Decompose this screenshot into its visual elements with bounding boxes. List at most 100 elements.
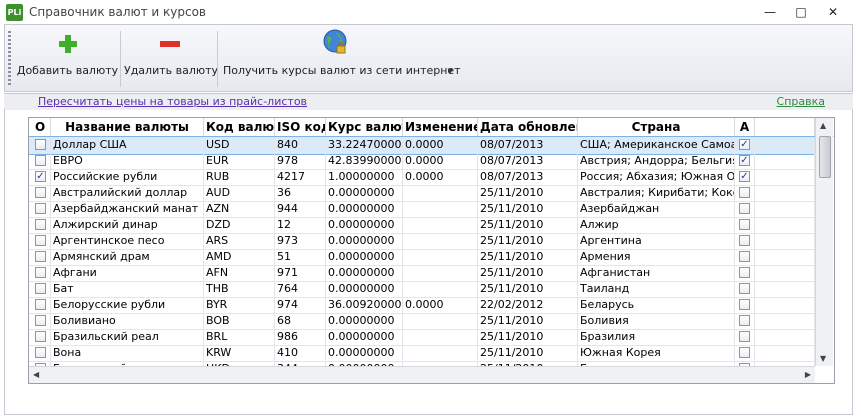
scrollbar-thumb[interactable] [819, 136, 831, 178]
auto-update-checkbox[interactable]: ✓ [739, 155, 750, 166]
cell-iso[interactable]: 973 [275, 233, 326, 249]
cell-code[interactable]: AUD [204, 185, 275, 201]
cell-iso[interactable]: 971 [275, 265, 326, 281]
column-header-country[interactable]: Страна [578, 118, 735, 136]
cell-code[interactable]: BYR [204, 297, 275, 313]
auto-update-checkbox[interactable]: ✓ [739, 139, 750, 150]
default-currency-checkbox[interactable]: ✓ [35, 171, 46, 182]
cell-country[interactable]: Азербайджан [578, 201, 735, 217]
cell-date[interactable]: 08/07/2013 [478, 153, 578, 169]
cell-change[interactable]: 0.0000 [403, 137, 478, 153]
cell-country[interactable]: Афганистан [578, 265, 735, 281]
cell-rate[interactable]: 0.00000000 [326, 265, 403, 281]
cell-iso[interactable]: 840 [275, 137, 326, 153]
default-currency-checkbox[interactable] [35, 331, 46, 342]
cell-date[interactable]: 25/11/2010 [478, 217, 578, 233]
cell-change[interactable] [403, 329, 478, 345]
cell-name[interactable]: ЕВРО [51, 153, 204, 169]
default-currency-checkbox[interactable] [35, 315, 46, 326]
cell-code[interactable]: DZD [204, 217, 275, 233]
cell-country[interactable]: Алжир [578, 217, 735, 233]
cell-date[interactable]: 25/11/2010 [478, 201, 578, 217]
column-header-date[interactable]: Дата обновления [478, 118, 578, 136]
table-row[interactable]: Афгани AFN 971 0.00000000 25/11/2010 Афганист… [29, 265, 815, 282]
default-currency-checkbox[interactable] [35, 155, 46, 166]
currency-table[interactable]: О Название валюты Код валюты ISO код Кур… [28, 117, 835, 384]
default-currency-checkbox[interactable] [35, 187, 46, 198]
cell-name[interactable]: Российские рубли [51, 169, 204, 185]
vertical-scrollbar[interactable]: ▲ ▼ [815, 118, 833, 366]
cell-rate[interactable]: 33.22470000 [326, 137, 403, 153]
cell-country[interactable]: Бразилия [578, 329, 735, 345]
cell-code[interactable]: THB [204, 281, 275, 297]
cell-change[interactable] [403, 249, 478, 265]
cell-code[interactable]: BRL [204, 329, 275, 345]
cell-name[interactable]: Австралийский доллар [51, 185, 204, 201]
help-link[interactable]: Справка [777, 95, 825, 108]
cell-change[interactable] [403, 313, 478, 329]
cell-rate[interactable]: 0.00000000 [326, 185, 403, 201]
cell-date[interactable]: 25/11/2010 [478, 313, 578, 329]
fetch-rates-button[interactable]: Получить курсы валют из сети интернет ▼ [223, 25, 461, 91]
cell-iso[interactable]: 68 [275, 313, 326, 329]
scroll-down-icon[interactable]: ▼ [820, 354, 826, 363]
table-row[interactable]: Армянский драм AMD 51 0.00000000 25/11/2010 А… [29, 249, 815, 266]
cell-rate[interactable]: 0.00000000 [326, 249, 403, 265]
table-row[interactable]: Доллар США USD 840 33.22470000 0.0000 08/07/2… [29, 136, 816, 155]
cell-iso[interactable]: 978 [275, 153, 326, 169]
auto-update-checkbox[interactable] [739, 315, 750, 326]
cell-country[interactable]: Армения [578, 249, 735, 265]
delete-currency-button[interactable]: Удалить валюту [124, 25, 218, 91]
cell-change[interactable] [403, 345, 478, 361]
cell-date[interactable]: 25/11/2010 [478, 281, 578, 297]
cell-iso[interactable]: 36 [275, 185, 326, 201]
cell-code[interactable]: BOB [204, 313, 275, 329]
cell-rate[interactable]: 0.00000000 [326, 313, 403, 329]
default-currency-checkbox[interactable] [35, 139, 46, 150]
cell-country[interactable]: Аргентина [578, 233, 735, 249]
auto-update-checkbox[interactable] [739, 299, 750, 310]
cell-country[interactable]: Россия; Абхазия; Южная Осетия [578, 169, 735, 185]
auto-update-checkbox[interactable] [739, 219, 750, 230]
cell-rate[interactable]: 36.00920000 [326, 297, 403, 313]
auto-update-checkbox[interactable] [739, 251, 750, 262]
auto-update-checkbox[interactable] [739, 331, 750, 342]
cell-date[interactable]: 25/11/2010 [478, 249, 578, 265]
table-row[interactable]: Вона KRW 410 0.00000000 25/11/2010 Южная Коре… [29, 345, 815, 362]
default-currency-checkbox[interactable] [35, 219, 46, 230]
cell-change[interactable]: 0.0000 [403, 297, 478, 313]
cell-date[interactable]: 25/11/2010 [478, 265, 578, 281]
cell-name[interactable]: Алжирский динар [51, 217, 204, 233]
cell-code[interactable]: RUB [204, 169, 275, 185]
cell-date[interactable]: 25/11/2010 [478, 185, 578, 201]
table-row[interactable]: Бат THB 764 0.00000000 25/11/2010 Таиланд [29, 281, 815, 298]
cell-name[interactable]: Доллар США [51, 137, 204, 153]
cell-date[interactable]: 22/02/2012 [478, 297, 578, 313]
cell-country[interactable]: США; Американское Самоа; Британские [578, 137, 735, 153]
cell-rate[interactable]: 0.00000000 [326, 217, 403, 233]
toolbar-grip[interactable] [8, 31, 11, 87]
table-row[interactable]: Аргентинское песо ARS 973 0.00000000 25/11/2… [29, 233, 815, 250]
cell-change[interactable] [403, 281, 478, 297]
cell-change[interactable] [403, 265, 478, 281]
horizontal-scrollbar[interactable]: ◀ ▶ [29, 366, 815, 383]
cell-rate[interactable]: 0.00000000 [326, 201, 403, 217]
table-row[interactable]: Азербайджанский манат AZN 944 0.00000000 25/… [29, 201, 815, 218]
cell-name[interactable]: Аргентинское песо [51, 233, 204, 249]
cell-name[interactable]: Вона [51, 345, 204, 361]
auto-update-checkbox[interactable]: ✓ [739, 171, 750, 182]
cell-iso[interactable]: 764 [275, 281, 326, 297]
default-currency-checkbox[interactable] [35, 267, 46, 278]
cell-iso[interactable]: 986 [275, 329, 326, 345]
cell-iso[interactable]: 944 [275, 201, 326, 217]
cell-code[interactable]: AZN [204, 201, 275, 217]
column-header-o[interactable]: О [29, 118, 51, 136]
cell-name[interactable]: Бразильский реал [51, 329, 204, 345]
cell-rate[interactable]: 0.00000000 [326, 281, 403, 297]
chevron-down-icon[interactable]: ▼ [448, 67, 453, 75]
cell-code[interactable]: AFN [204, 265, 275, 281]
cell-name[interactable]: Азербайджанский манат [51, 201, 204, 217]
table-row[interactable]: Бразильский реал BRL 986 0.00000000 25/11/20… [29, 329, 815, 346]
auto-update-checkbox[interactable] [739, 187, 750, 198]
auto-update-checkbox[interactable] [739, 283, 750, 294]
